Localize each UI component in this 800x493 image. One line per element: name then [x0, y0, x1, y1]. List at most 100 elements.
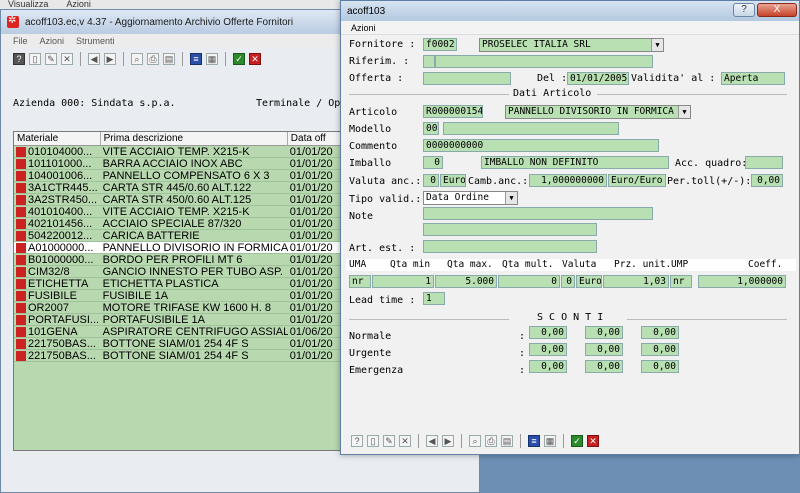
cell-descrizione: PANNELLO DIVISORIO IN FORMICA [102, 242, 288, 253]
menu-azioni[interactable]: Azioni [351, 23, 376, 33]
confirm-icon[interactable]: ✓ [571, 435, 583, 447]
validita-field[interactable]: Aperta [721, 72, 785, 85]
cell-materiale: A01000000... [14, 242, 101, 253]
search-icon[interactable]: ⌕ [469, 435, 481, 447]
prz-unit-field[interactable]: 1,03 [603, 275, 669, 288]
previous-icon[interactable]: ◀ [88, 53, 100, 65]
menu-visualizza[interactable]: Visualizza [8, 0, 48, 9]
sconto-urgente-1[interactable]: 0,00 [529, 343, 567, 356]
cancel-icon[interactable]: ✕ [587, 435, 599, 447]
sconto-emergenza-2[interactable]: 0,00 [585, 360, 623, 373]
record-icon [16, 290, 26, 301]
sconto-emergenza-1[interactable]: 0,00 [529, 360, 567, 373]
toolbar-separator [461, 434, 462, 448]
sconto-normale-3[interactable]: 0,00 [641, 326, 679, 339]
print-preview-icon[interactable]: ▤ [501, 435, 513, 447]
materiale-text: 3A2STR450... [28, 194, 98, 205]
close-button[interactable]: X [757, 3, 797, 17]
qta-mult-field[interactable]: 0 [498, 275, 560, 288]
edit-icon[interactable]: ✎ [383, 435, 395, 447]
print-preview-icon[interactable]: ▤ [163, 53, 175, 65]
list-icon[interactable]: ≡ [528, 435, 540, 447]
details-icon[interactable]: ▦ [206, 53, 218, 65]
help-icon[interactable]: ? [13, 53, 25, 65]
sconto-normale-2[interactable]: 0,00 [585, 326, 623, 339]
valuta-anc-code-field[interactable]: 0 [423, 174, 439, 187]
menu-file[interactable]: File [13, 36, 28, 46]
separator [349, 94, 509, 95]
search-icon[interactable]: ⌕ [131, 53, 143, 65]
camb-anc-field[interactable]: 1,000000000 [529, 174, 607, 187]
toolbar-separator [225, 52, 226, 66]
next-icon[interactable]: ▶ [104, 53, 116, 65]
menu-azioni[interactable]: Azioni [40, 36, 65, 46]
edit-icon[interactable]: ✎ [45, 53, 57, 65]
sconto-urgente-3[interactable]: 0,00 [641, 343, 679, 356]
fornitore-code-field[interactable]: f0002 [423, 38, 457, 51]
commento-field[interactable]: 0000000000 [423, 139, 659, 152]
coeff-field[interactable]: 1,000000 [698, 275, 786, 288]
record-icon [16, 338, 26, 349]
materiale-text: 101GENA [28, 326, 78, 337]
riferim-prefix-field[interactable] [423, 55, 435, 68]
record-icon [16, 254, 26, 265]
valuta-code-field[interactable]: 0 [561, 275, 575, 288]
sconto-normale-1[interactable]: 0,00 [529, 326, 567, 339]
column-header-materiale[interactable]: Materiale [14, 132, 101, 145]
articolo-code-field[interactable]: R000000154 [423, 105, 483, 118]
delete-icon[interactable]: ✕ [61, 53, 73, 65]
articolo-select[interactable]: PANNELLO DIVISORIO IN FORMICA ▼ [505, 105, 691, 119]
lead-time-field[interactable]: 1 [423, 292, 445, 305]
cell-materiale: 101101000... [14, 158, 101, 169]
per-toll-field[interactable]: 0,00 [751, 174, 783, 187]
next-icon[interactable]: ▶ [442, 435, 454, 447]
tipo-valid-select[interactable]: Data Ordine ▼ [423, 191, 518, 205]
new-document-icon[interactable]: ▯ [29, 53, 41, 65]
del-date-field[interactable]: 01/01/2005 [567, 72, 629, 85]
riferim-field[interactable] [435, 55, 653, 68]
note-field-1[interactable] [423, 207, 653, 220]
ump-field[interactable]: nr [670, 275, 692, 288]
acc-quadro-field[interactable] [745, 156, 783, 169]
help-icon[interactable]: ? [351, 435, 363, 447]
chevron-down-icon[interactable]: ▼ [651, 39, 663, 51]
toolbar-separator [123, 52, 124, 66]
sconto-emergenza-3[interactable]: 0,00 [641, 360, 679, 373]
uma-field[interactable]: nr [349, 275, 371, 288]
materiale-text: 402101456... [28, 218, 93, 229]
colon: : [519, 331, 526, 342]
chevron-down-icon[interactable]: ▼ [505, 192, 517, 204]
fornitore-select[interactable]: PROSELEC ITALIA SRL ▼ [479, 38, 664, 52]
dialog-menubar: Azioni [341, 21, 799, 35]
column-header-descrizione[interactable]: Prima descrizione [101, 132, 288, 145]
menu-azioni[interactable]: Azioni [66, 0, 91, 9]
chevron-down-icon[interactable]: ▼ [678, 106, 690, 118]
cancel-icon[interactable]: ✕ [249, 53, 261, 65]
modello-desc-field[interactable] [443, 122, 619, 135]
modello-code-field[interactable]: 00 [423, 122, 439, 135]
delete-icon[interactable]: ✕ [399, 435, 411, 447]
record-icon [16, 302, 26, 313]
confirm-icon[interactable]: ✓ [233, 53, 245, 65]
materiale-text: 3A1CTR445... [28, 182, 98, 193]
record-icon [16, 242, 26, 253]
articolo-desc: PANNELLO DIVISORIO IN FORMICA [508, 106, 674, 117]
record-icon [16, 206, 26, 217]
qta-min-field[interactable]: 1 [372, 275, 434, 288]
details-icon[interactable]: ▦ [544, 435, 556, 447]
list-icon[interactable]: ≡ [190, 53, 202, 65]
sconto-urgente-2[interactable]: 0,00 [585, 343, 623, 356]
qta-max-field[interactable]: 5.000 [435, 275, 497, 288]
articolo-label: Articolo [349, 107, 398, 118]
art-est-field[interactable] [423, 240, 597, 253]
menu-strumenti[interactable]: Strumenti [76, 36, 115, 46]
cell-descrizione: PANNELLO COMPENSATO 6 X 3 [102, 170, 270, 181]
print-icon[interactable]: ⎙ [147, 53, 159, 65]
previous-icon[interactable]: ◀ [426, 435, 438, 447]
print-icon[interactable]: ⎙ [485, 435, 497, 447]
new-document-icon[interactable]: ▯ [367, 435, 379, 447]
imballo-code-field[interactable]: 0 [423, 156, 443, 169]
offerta-field[interactable] [423, 72, 511, 85]
help-button[interactable]: ? [733, 3, 755, 17]
note-field-2[interactable] [423, 223, 597, 236]
